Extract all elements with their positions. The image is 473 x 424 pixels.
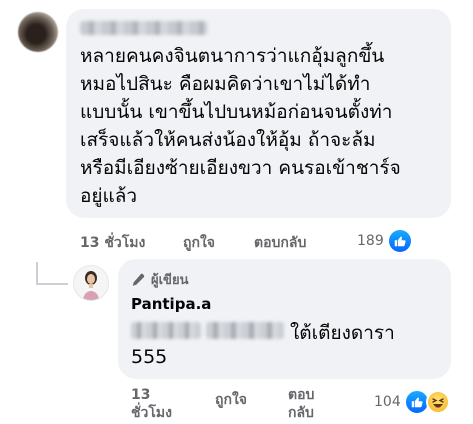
thread-line xyxy=(36,262,38,284)
reply-author-name[interactable]: Pantipa.a xyxy=(131,295,211,313)
reaction-count: 104 xyxy=(374,394,401,410)
commenter-avatar[interactable] xyxy=(18,12,58,52)
reply-reply-button[interactable]: ตอบกลับ xyxy=(288,386,324,422)
mentioned-name-blurred-2[interactable] xyxy=(206,322,284,339)
reply-text: ใต้เตียงดารา xyxy=(290,322,395,344)
reply-author-avatar[interactable] xyxy=(73,265,109,301)
reply-text-line2: 555 xyxy=(131,346,168,368)
comment-timestamp[interactable]: 13 ชั่วโมง xyxy=(80,232,145,254)
author-badge-label: ผู้เขียน xyxy=(151,273,189,288)
reply-timestamp[interactable]: 13 ชั่วโมง xyxy=(131,386,181,422)
comment-reply-button[interactable]: ตอบกลับ xyxy=(254,232,306,254)
reply-reactions[interactable]: 104 xyxy=(374,389,450,415)
reaction-count: 189 xyxy=(357,233,384,249)
haha-icon xyxy=(425,390,450,414)
reply-like-button[interactable]: ถูกใจ xyxy=(215,389,247,411)
author-badge: ผู้เขียน xyxy=(131,269,188,290)
author-pen-icon xyxy=(132,273,145,286)
comment-text: หลายคนคงจินตนาการว่าแกอุ้มลูกขึ้น หมอไปส… xyxy=(80,45,401,207)
like-icon xyxy=(386,228,413,254)
comment-reactions[interactable]: 189 xyxy=(357,228,413,254)
thread-line-branch xyxy=(36,283,68,285)
mentioned-name-blurred[interactable] xyxy=(131,322,201,339)
comment-like-button[interactable]: ถูกใจ xyxy=(183,232,215,254)
commenter-name-blurred[interactable] xyxy=(80,21,208,35)
